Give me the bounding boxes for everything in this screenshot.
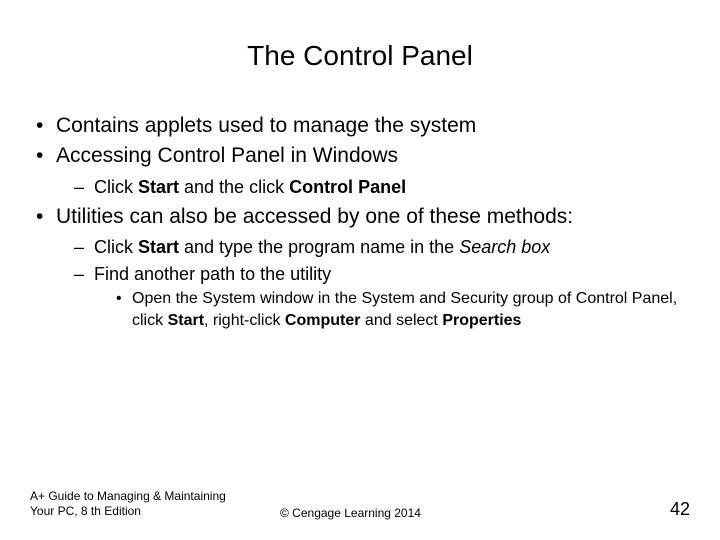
bullet-text: Utilities can also be accessed by one of…: [56, 205, 573, 228]
footer-page-number: 42: [650, 499, 690, 520]
sub-list: Click Start and type the program name in…: [56, 235, 690, 331]
bullet-list: Contains applets used to manage the syst…: [30, 112, 690, 331]
bullet-text: Accessing Control Panel in Windows: [56, 144, 398, 167]
footer-book-title: A+ Guide to Managing & Maintaining Your …: [30, 489, 240, 520]
text-bold: Control Panel: [289, 177, 406, 197]
text-run: and type the program name in the: [179, 237, 459, 257]
sub-sub-item: Open the System window in the System and…: [94, 288, 690, 331]
text-bold: Properties: [442, 312, 521, 329]
bullet-item: Contains applets used to manage the syst…: [30, 112, 690, 140]
text-bold: Computer: [285, 312, 361, 329]
sub-item: Click Start and the click Control Panel: [56, 175, 690, 199]
text-run: and select: [360, 312, 442, 329]
slide-footer: A+ Guide to Managing & Maintaining Your …: [30, 489, 690, 520]
text-bold: Start: [168, 312, 204, 329]
sub-sub-list: Open the System window in the System and…: [94, 288, 690, 331]
bullet-item: Utilities can also be accessed by one of…: [30, 203, 690, 331]
bullet-text: Find another path to the utility: [94, 264, 331, 284]
text-run: and the click: [179, 177, 289, 197]
footer-copyright: © Cengage Learning 2014: [240, 506, 650, 520]
text-run: Click: [94, 177, 138, 197]
text-run: , right-click: [204, 312, 285, 329]
text-italic: Search box: [459, 237, 550, 257]
sub-list: Click Start and the click Control Panel: [56, 175, 690, 199]
bullet-item: Accessing Control Panel in Windows Click…: [30, 142, 690, 199]
slide-title: The Control Panel: [30, 40, 690, 72]
text-bold: Start: [138, 177, 179, 197]
sub-item: Click Start and type the program name in…: [56, 235, 690, 259]
text-bold: Start: [138, 237, 179, 257]
sub-item: Find another path to the utility Open th…: [56, 262, 690, 331]
text-run: Click: [94, 237, 138, 257]
